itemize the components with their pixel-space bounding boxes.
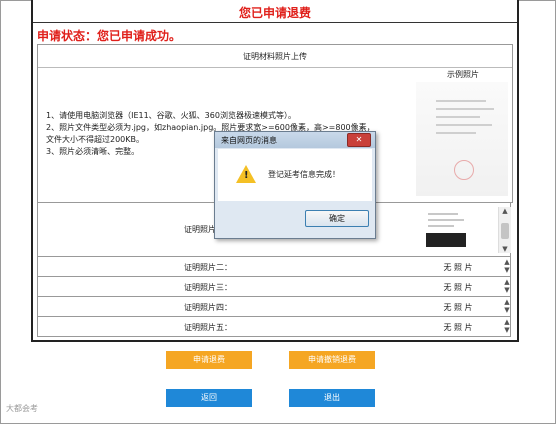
application-status: 申请状态：您已申请成功。: [37, 29, 182, 43]
seal-stamp-icon: [454, 160, 474, 180]
back-button[interactable]: 返回: [166, 389, 252, 407]
dialog-body: ! 登记延考信息完成！: [218, 149, 372, 201]
alert-dialog: 来自网页的消息 ✕ ! 登记延考信息完成！ 确定: [214, 131, 376, 239]
photo-value: 无 照 片: [443, 283, 473, 292]
upload-section-header: 证明材料照片上传: [37, 44, 513, 68]
photo-label: 证明照片四：: [184, 303, 232, 312]
dialog-title-bar: 来自网页的消息 ✕: [215, 132, 375, 148]
photo-label: 证明照片三：: [184, 283, 232, 292]
photo-value: 无 照 片: [443, 303, 473, 312]
upload-section-title: 证明材料照片上传: [243, 52, 307, 61]
photo-value: 无 照 片: [443, 263, 473, 272]
apply-refund-button[interactable]: 申请退费: [166, 351, 252, 369]
spinner-arrows-icon[interactable]: ▲ ▼: [502, 318, 512, 334]
photo-row: 证明照片二： 无 照 片 ▲ ▼: [37, 257, 511, 277]
photo-row: 证明照片四： 无 照 片 ▲ ▼: [37, 297, 511, 317]
close-icon[interactable]: ✕: [347, 133, 371, 147]
sample-photo-label: 示例照片: [447, 70, 479, 79]
photo-value: 无 照 片: [443, 323, 473, 332]
watermark: 大都会考: [6, 404, 38, 413]
sample-photo-image: [416, 82, 508, 196]
uploaded-photo-thumbnail[interactable]: [422, 207, 470, 251]
dialog-title: 来自网页的消息: [221, 136, 277, 145]
photo-scrollbar[interactable]: ▲ ▼: [498, 207, 511, 253]
page-title: 您已申请退费: [238, 6, 311, 20]
instruction-line: 1、请使用电脑浏览器（IE11、谷歌、火狐、360浏览器极速模式等）。: [46, 111, 296, 120]
spinner-arrows-icon[interactable]: ▲ ▼: [502, 298, 512, 314]
scroll-up-icon[interactable]: ▲: [499, 207, 511, 215]
spinner-arrows-icon[interactable]: ▲ ▼: [502, 258, 512, 274]
photo-label: 证明照片五：: [184, 323, 232, 332]
exit-button[interactable]: 退出: [289, 389, 375, 407]
warning-icon: !: [236, 165, 256, 183]
scroll-down-icon[interactable]: ▼: [499, 245, 511, 253]
spinner-arrows-icon[interactable]: ▲ ▼: [502, 278, 512, 294]
ok-button[interactable]: 确定: [305, 210, 369, 227]
photo-row: 证明照片三： 无 照 片 ▲ ▼: [37, 277, 511, 297]
photo-label: 证明照片二：: [184, 263, 232, 272]
scroll-thumb[interactable]: [501, 223, 509, 239]
photo-row: 证明照片五： 无 照 片 ▲ ▼: [37, 317, 511, 337]
cancel-refund-button[interactable]: 申请撤销退费: [289, 351, 375, 369]
title-row: 您已申请退费: [33, 0, 517, 23]
dialog-message: 登记延考信息完成！: [268, 170, 340, 179]
